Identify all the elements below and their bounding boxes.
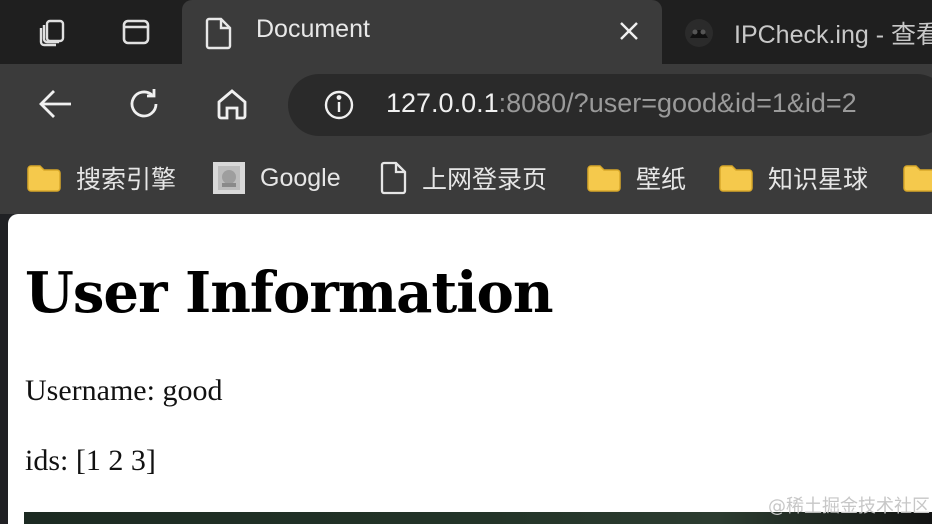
- tab-title: Document: [256, 15, 370, 43]
- reload-icon[interactable]: [120, 80, 168, 128]
- close-tab-icon[interactable]: [618, 20, 640, 46]
- site-icon: [682, 16, 716, 54]
- bookmark-label: 上网登录页: [422, 166, 548, 194]
- username-line: Username: good: [25, 374, 223, 407]
- google-favicon-icon: [213, 162, 245, 194]
- site-info-icon[interactable]: [322, 88, 356, 126]
- bookmark-knowledge-planet[interactable]: 知识星球: [718, 160, 868, 196]
- tab-ipcheck[interactable]: IPCheck.ing - 查看: [664, 0, 932, 64]
- folder-icon: [27, 165, 61, 192]
- address-bar[interactable]: 127.0.0.1:8080/?user=good&id=1&id=2: [288, 74, 932, 136]
- bookmarks-bar: 搜索引擎 Google 上网登录页 壁纸 知识星球: [0, 146, 932, 214]
- tab-document[interactable]: Document: [182, 0, 662, 64]
- ids-line: ids: [1 2 3]: [25, 444, 156, 477]
- tab-actions-icon[interactable]: [32, 12, 72, 52]
- bookmark-label: 搜索引擎: [76, 166, 177, 194]
- bookmark-login-page[interactable]: 上网登录页: [380, 160, 547, 196]
- bookmark-overflow-folder[interactable]: [902, 160, 932, 196]
- bookmark-search-engines[interactable]: 搜索引擎: [26, 160, 176, 196]
- url-path: :8080/?user=good&id=1&id=2: [498, 88, 857, 118]
- folder-icon: [587, 165, 621, 192]
- bookmark-label: Google: [260, 163, 341, 192]
- folder-icon: [903, 165, 932, 192]
- vertical-tabs-icon[interactable]: [116, 12, 156, 52]
- page-icon: [380, 161, 407, 195]
- page-heading: User Information: [25, 260, 554, 326]
- document-icon: [204, 16, 234, 54]
- tab-strip: Document IPCheck.ing - 查看: [0, 0, 932, 64]
- bookmark-label: 知识星球: [768, 166, 869, 194]
- bookmark-wallpaper[interactable]: 壁纸: [586, 160, 686, 196]
- tab-title: IPCheck.ing - 查看: [734, 21, 932, 49]
- bookmark-label: 壁纸: [636, 166, 687, 194]
- url-text[interactable]: 127.0.0.1:8080/?user=good&id=1&id=2: [386, 88, 857, 119]
- page-viewport: User Information Username: good ids: [1 …: [8, 214, 932, 524]
- url-host: 127.0.0.1: [386, 88, 499, 118]
- toolbar: 127.0.0.1:8080/?user=good&id=1&id=2: [0, 64, 932, 146]
- back-icon[interactable]: [32, 80, 80, 128]
- folder-icon: [719, 165, 753, 192]
- watermark: @稀土掘金技术社区: [768, 496, 930, 517]
- bookmark-google[interactable]: Google: [212, 160, 341, 196]
- home-icon[interactable]: [208, 80, 256, 128]
